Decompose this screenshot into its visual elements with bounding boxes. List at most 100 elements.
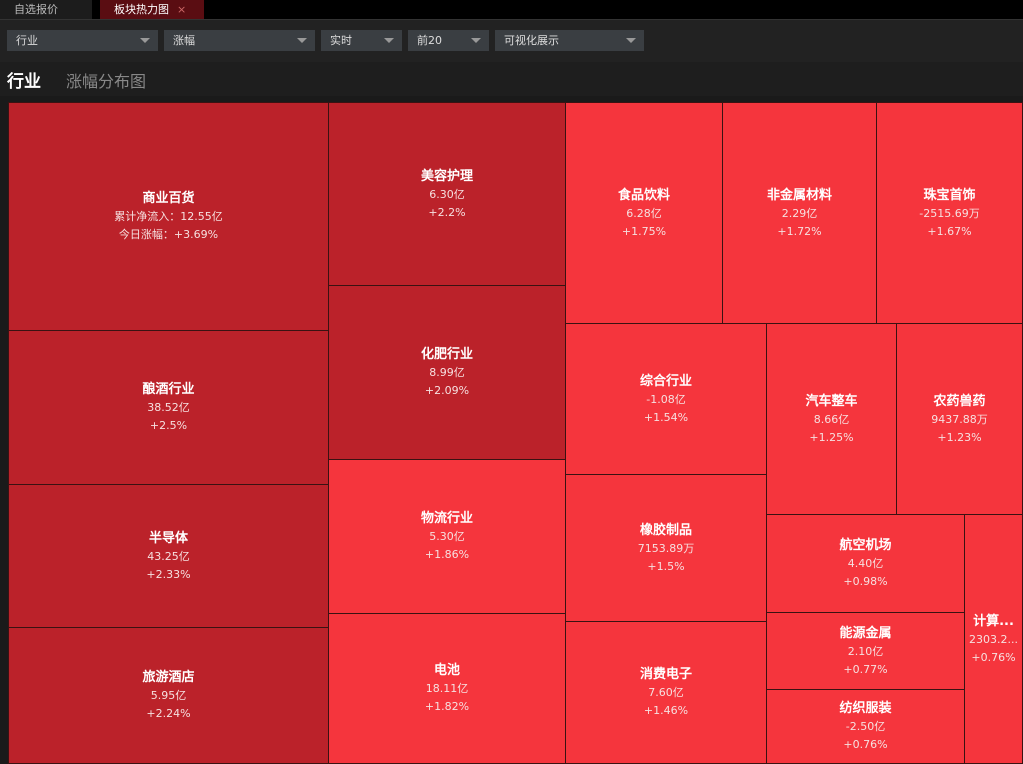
chevron-down-icon bbox=[471, 38, 481, 43]
sector-change: +0.76% bbox=[843, 738, 888, 751]
sector-inflow: 43.25亿 bbox=[147, 549, 190, 563]
sector-name: 纺织服装 bbox=[839, 701, 892, 716]
sector-inflow: 累计净流入：12.55亿 bbox=[114, 210, 223, 223]
sector-tile[interactable]: 纺织服装 -2.50亿 +0.76% bbox=[766, 689, 965, 764]
sector-inflow: 2.10亿 bbox=[847, 644, 884, 658]
sector-inflow: -1.08亿 bbox=[646, 392, 686, 406]
sector-tile[interactable]: 非金属材料 2.29亿 +1.72% bbox=[722, 102, 877, 324]
sector-change: +0.98% bbox=[843, 575, 888, 588]
chevron-down-icon bbox=[140, 38, 150, 43]
sector-inflow: 2303.2... bbox=[969, 632, 1018, 646]
sector-name: 农药兽药 bbox=[933, 393, 986, 409]
sector-inflow: 7153.89万 bbox=[637, 541, 695, 555]
metric-dropdown[interactable]: 涨幅 bbox=[164, 30, 315, 51]
sector-name: 物流行业 bbox=[420, 511, 473, 526]
category-dropdown[interactable]: 行业 bbox=[7, 30, 158, 51]
sector-name: 非金属材料 bbox=[766, 187, 832, 203]
sector-change: +1.75% bbox=[621, 224, 667, 238]
topn-dropdown[interactable]: 前20 bbox=[408, 30, 489, 51]
sector-change: +0.76% bbox=[971, 650, 1016, 664]
chevron-down-icon bbox=[384, 38, 394, 43]
sector-change: +2.09% bbox=[424, 384, 470, 397]
sector-name: 酿酒行业 bbox=[142, 382, 195, 397]
sector-name: 计算... bbox=[973, 613, 1014, 629]
sector-name: 商业百货 bbox=[142, 191, 195, 206]
sector-tile[interactable]: 商业百货累计净流入：12.55亿 今日涨幅：+3.69% bbox=[8, 102, 329, 331]
sector-change: +2.5% bbox=[149, 419, 188, 432]
sector-tile[interactable]: 消费电子 7.60亿 +1.46% bbox=[565, 621, 767, 764]
sector-inflow: -2515.69万 bbox=[919, 206, 980, 220]
sector-inflow: 8.66亿 bbox=[813, 412, 850, 426]
sector-change: 今日涨幅：+3.69% bbox=[118, 228, 219, 241]
sector-name: 美容护理 bbox=[420, 168, 473, 184]
metric-dropdown-value: 涨幅 bbox=[173, 34, 195, 47]
sector-name: 航空机场 bbox=[839, 538, 892, 553]
sector-tile[interactable]: 物流行业 5.30亿 +1.86% bbox=[328, 459, 566, 614]
heatmap-title-bar: 行业 涨幅分布图 bbox=[0, 62, 1023, 96]
sector-change: +2.33% bbox=[146, 567, 191, 581]
sector-inflow: 18.11亿 bbox=[425, 682, 469, 695]
sector-tile[interactable]: 半导体 43.25亿 +2.33% bbox=[8, 484, 329, 628]
sector-name: 珠宝首饰 bbox=[923, 187, 976, 203]
period-dropdown-value: 实时 bbox=[330, 34, 352, 47]
sector-tile[interactable]: 航空机场 4.40亿 +0.98% bbox=[766, 514, 965, 613]
sector-name: 半导体 bbox=[148, 530, 188, 546]
sector-tile[interactable]: 综合行业 -1.08亿 +1.54% bbox=[565, 323, 767, 475]
sector-name: 旅游酒店 bbox=[142, 670, 195, 685]
sector-tile[interactable]: 汽车整车 8.66亿 +1.25% bbox=[766, 323, 897, 515]
sector-change: +1.46% bbox=[643, 704, 689, 717]
sector-name: 消费电子 bbox=[639, 667, 692, 682]
sector-inflow: 6.28亿 bbox=[626, 206, 662, 220]
sector-tile[interactable]: 计算... 2303.2... +0.76% bbox=[964, 514, 1023, 764]
sector-inflow: 2.29亿 bbox=[781, 206, 818, 220]
page-title: 行业 bbox=[7, 72, 41, 92]
tab-watchlist-label: 自选报价 bbox=[14, 3, 58, 16]
tab-sector-heatmap[interactable]: 板块热力图 × bbox=[100, 0, 204, 19]
tab-watchlist[interactable]: 自选报价 bbox=[0, 0, 92, 19]
sector-inflow: -2.50亿 bbox=[845, 720, 886, 733]
sector-change: +2.2% bbox=[428, 205, 466, 219]
sector-tile[interactable]: 橡胶制品 7153.89万 +1.5% bbox=[565, 474, 767, 622]
sector-inflow: 4.40亿 bbox=[847, 557, 884, 570]
sector-name: 电池 bbox=[433, 663, 460, 678]
display-dropdown[interactable]: 可视化展示 bbox=[495, 30, 644, 51]
sector-change: +0.77% bbox=[843, 662, 888, 676]
sector-name: 橡胶制品 bbox=[639, 522, 692, 538]
sector-tile[interactable]: 能源金属 2.10亿 +0.77% bbox=[766, 612, 965, 690]
chevron-down-icon bbox=[297, 38, 307, 43]
tab-bar: 自选报价 板块热力图 × bbox=[0, 0, 1023, 20]
sector-change: +1.82% bbox=[424, 700, 470, 713]
sector-inflow: 9437.88万 bbox=[931, 412, 988, 426]
period-dropdown[interactable]: 实时 bbox=[321, 30, 402, 51]
sector-tile[interactable]: 酿酒行业 38.52亿 +2.5% bbox=[8, 330, 329, 485]
filter-toolbar: 行业 涨幅 实时 前20 可视化展示 bbox=[0, 20, 1023, 62]
sector-change: +2.24% bbox=[146, 707, 191, 720]
sector-tile[interactable]: 食品饮料 6.28亿 +1.75% bbox=[565, 102, 723, 324]
sector-tile[interactable]: 珠宝首饰 -2515.69万 +1.67% bbox=[876, 102, 1023, 324]
sector-tile[interactable]: 化肥行业 8.99亿 +2.09% bbox=[328, 285, 566, 460]
sector-inflow: 7.60亿 bbox=[648, 686, 684, 699]
sector-name: 能源金属 bbox=[839, 625, 892, 641]
sector-tile[interactable]: 旅游酒店 5.95亿 +2.24% bbox=[8, 627, 329, 764]
sector-inflow: 6.30亿 bbox=[429, 187, 465, 201]
sector-tile[interactable]: 电池 18.11亿 +1.82% bbox=[328, 613, 566, 764]
sector-change: +1.5% bbox=[647, 559, 685, 573]
category-dropdown-value: 行业 bbox=[16, 34, 38, 47]
sector-change: +1.72% bbox=[777, 224, 822, 238]
sector-inflow: 38.52亿 bbox=[147, 401, 190, 414]
sector-name: 化肥行业 bbox=[420, 347, 473, 362]
sector-tile[interactable]: 美容护理 6.30亿 +2.2% bbox=[328, 102, 566, 286]
sector-inflow: 5.95亿 bbox=[150, 689, 187, 702]
sector-tile[interactable]: 农药兽药 9437.88万 +1.23% bbox=[896, 323, 1023, 515]
sector-change: +1.54% bbox=[643, 410, 689, 424]
sector-change: +1.86% bbox=[424, 548, 470, 561]
sector-name: 食品饮料 bbox=[617, 187, 670, 203]
sector-change: +1.25% bbox=[809, 430, 854, 444]
sector-inflow: 8.99亿 bbox=[429, 366, 465, 379]
heatmap-treemap: 商业百货累计净流入：12.55亿 今日涨幅：+3.69% 酿酒行业 38.52亿 +2… bbox=[6, 101, 1023, 764]
page-subtitle: 涨幅分布图 bbox=[66, 72, 147, 91]
sector-change: +1.23% bbox=[937, 430, 982, 444]
close-icon[interactable]: × bbox=[177, 3, 186, 16]
tab-sector-heatmap-label: 板块热力图 bbox=[114, 3, 169, 16]
chevron-down-icon bbox=[626, 38, 636, 43]
